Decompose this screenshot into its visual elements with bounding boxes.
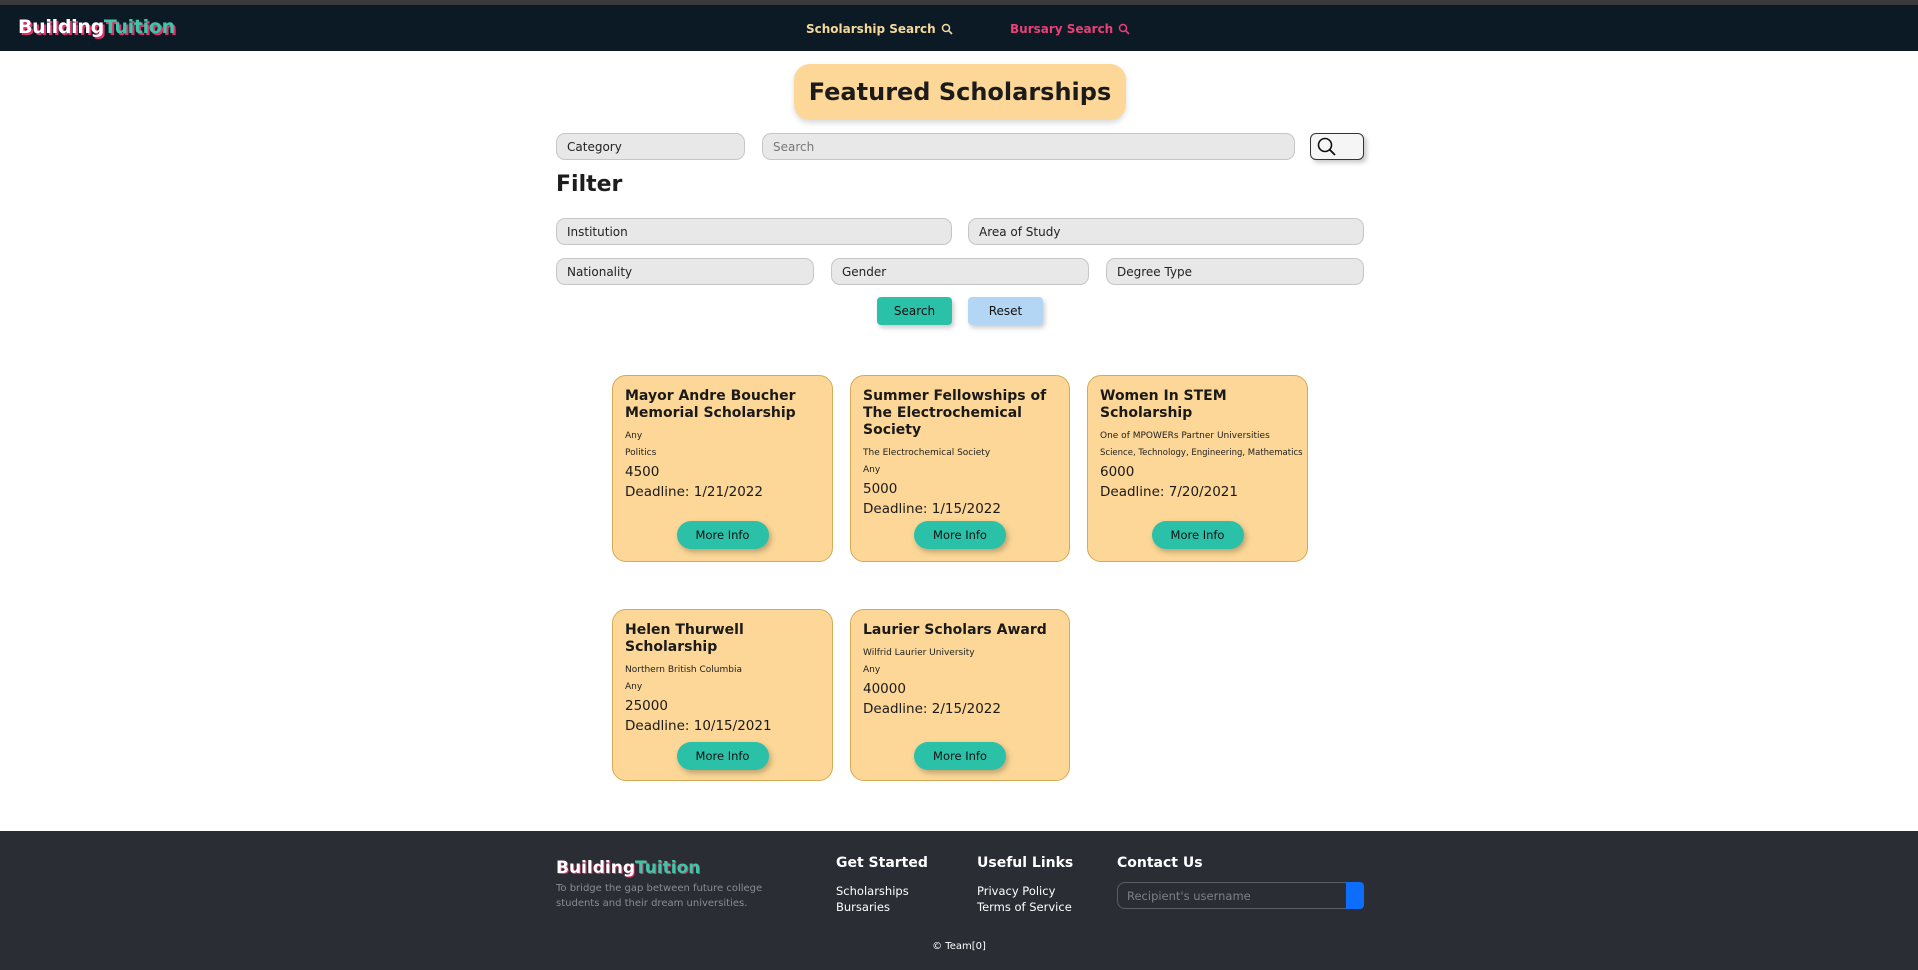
card-title: Mayor Andre Boucher Memorial Scholarship xyxy=(625,388,796,421)
card-area: Any xyxy=(625,682,643,692)
filter-reset-button[interactable]: Reset xyxy=(968,297,1043,325)
card-deadline: Deadline: 10/15/2021 xyxy=(625,718,772,734)
card-institution: Wilfrid Laurier University xyxy=(863,648,975,658)
card-area: Politics xyxy=(625,448,657,458)
contact-submit-button[interactable] xyxy=(1346,882,1364,909)
site-logo[interactable]: BuildingTuition xyxy=(18,16,175,38)
footer-tagline: To bridge the gap between future college… xyxy=(556,883,763,909)
recipient-username-input[interactable]: Recipient's username xyxy=(1117,882,1347,909)
card-title: Laurier Scholars Award xyxy=(863,622,1047,638)
card-deadline: Deadline: 1/21/2022 xyxy=(625,484,763,500)
card-amount: 6000 xyxy=(1100,464,1135,480)
card-area: Science, Technology, Engineering, Mathem… xyxy=(1100,448,1303,458)
logo-part-building: Building xyxy=(556,858,635,878)
more-info-button[interactable]: More Info xyxy=(676,521,769,549)
card-amount: 5000 xyxy=(863,481,898,497)
card-title: Women In STEM Scholarship xyxy=(1100,388,1227,421)
site-header: BuildingTuition Scholarship Search Bursa… xyxy=(0,5,1918,51)
footer-link-privacy[interactable]: Privacy Policy xyxy=(977,884,1055,898)
card-deadline: Deadline: 2/15/2022 xyxy=(863,701,1001,717)
logo-part-tuition: Tuition xyxy=(634,858,701,878)
footer-link-bursaries[interactable]: Bursaries xyxy=(836,900,890,914)
search-input[interactable]: Search xyxy=(762,133,1295,160)
copyright: © Team[0] xyxy=(932,941,986,952)
card-amount: 4500 xyxy=(625,464,660,480)
footer-heading-get-started: Get Started xyxy=(836,855,928,871)
gender-select[interactable]: Gender xyxy=(831,258,1089,285)
area-of-study-select[interactable]: Area of Study xyxy=(968,218,1364,245)
footer-link-scholarships[interactable]: Scholarships xyxy=(836,884,909,898)
card-title: Helen Thurwell Scholarship xyxy=(625,622,744,655)
scholarship-card: Laurier Scholars Award Wilfrid Laurier U… xyxy=(850,609,1070,781)
more-info-button[interactable]: More Info xyxy=(914,521,1006,549)
search-icon xyxy=(1118,23,1130,35)
more-info-button[interactable]: More Info xyxy=(676,742,769,770)
search-icon xyxy=(941,23,953,35)
card-title: Summer Fellowships of The Electrochemica… xyxy=(863,388,1047,438)
more-info-button[interactable]: More Info xyxy=(1151,521,1244,549)
card-deadline: Deadline: 1/15/2022 xyxy=(863,501,1001,517)
card-institution: Any xyxy=(625,431,643,441)
scholarship-card: Summer Fellowships of The Electrochemica… xyxy=(850,375,1070,562)
filter-heading: Filter xyxy=(556,172,623,197)
logo-part-tuition: Tuition xyxy=(103,16,175,38)
institution-select[interactable]: Institution xyxy=(556,218,952,245)
nav-bursary-search[interactable]: Bursary Search xyxy=(1010,22,1130,36)
featured-scholarships-heading: Featured Scholarships xyxy=(794,64,1126,120)
nav-scholarship-label: Scholarship Search xyxy=(806,22,936,36)
footer-logo[interactable]: BuildingTuition xyxy=(556,858,700,878)
card-area: Any xyxy=(863,465,881,475)
site-footer: BuildingTuition To bridge the gap betwee… xyxy=(0,831,1918,970)
footer-link-terms[interactable]: Terms of Service xyxy=(977,900,1072,914)
card-institution: One of MPOWERs Partner Universities xyxy=(1100,431,1270,441)
nationality-select[interactable]: Nationality xyxy=(556,258,814,285)
more-info-button[interactable]: More Info xyxy=(914,742,1006,770)
card-institution: Northern British Columbia xyxy=(625,665,742,675)
card-institution: The Electrochemical Society xyxy=(863,448,991,458)
card-amount: 25000 xyxy=(625,698,668,714)
filter-search-button[interactable]: Search xyxy=(877,297,952,325)
degree-type-select[interactable]: Degree Type xyxy=(1106,258,1364,285)
scholarship-card: Women In STEM Scholarship One of MPOWERs… xyxy=(1087,375,1308,562)
scholarship-card: Mayor Andre Boucher Memorial Scholarship… xyxy=(612,375,833,562)
nav-bursary-label: Bursary Search xyxy=(1010,22,1114,36)
logo-part-building: Building xyxy=(18,16,104,38)
search-icon xyxy=(1317,137,1336,156)
card-deadline: Deadline: 7/20/2021 xyxy=(1100,484,1238,500)
footer-heading-contact: Contact Us xyxy=(1117,855,1203,871)
category-select[interactable]: Category xyxy=(556,133,745,160)
card-area: Any xyxy=(863,665,881,675)
footer-heading-useful-links: Useful Links xyxy=(977,855,1074,871)
card-amount: 40000 xyxy=(863,681,906,697)
nav-scholarship-search[interactable]: Scholarship Search xyxy=(806,22,953,36)
scholarship-card: Helen Thurwell Scholarship Northern Brit… xyxy=(612,609,833,781)
search-button[interactable] xyxy=(1310,133,1364,160)
